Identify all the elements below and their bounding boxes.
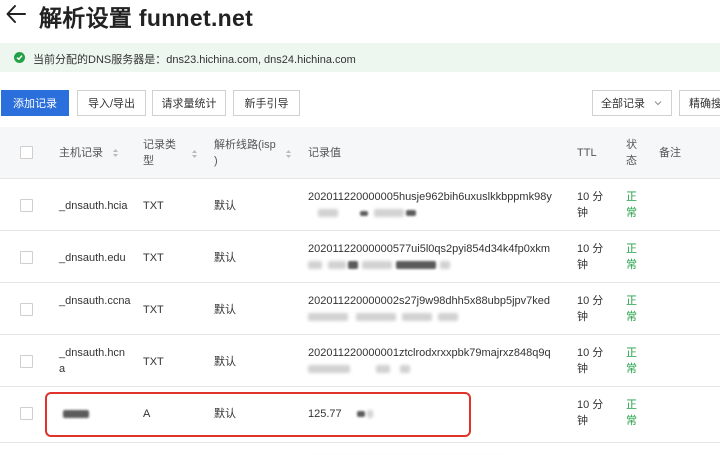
record-filter-select[interactable]: 全部记录 [592,90,672,116]
ttl-value: 10 分 [577,243,604,255]
request-stats-button[interactable]: 请求量统计 [152,90,226,116]
precise-search-select[interactable]: 精确搜 [679,90,720,116]
status-text-2: 常 [626,311,637,323]
header-remark: 备注 [659,147,681,159]
status-text-2: 常 [626,363,637,375]
value-cell: 20201122000000577ui5l0qs2pyi854d34k4fp0x… [308,241,564,273]
row-checkbox[interactable] [20,251,33,264]
table-row: _dnsauth.hcia TXT 默认 202011220000005husj… [0,179,720,231]
add-record-button[interactable]: 添加记录 [1,90,69,116]
value-text: 202011220000001ztclrodxrxxpbk79majrxz848… [308,347,551,359]
status-cell: 正 常 [626,345,638,377]
value-cell: 202011220000001ztclrodxrxxpbk79majrxz848… [308,345,564,377]
value-cell: 202011220000005husje962bih6uxuslkkbppmk9… [308,189,564,221]
record-filter-value: 全部记录 [601,98,645,110]
notice-text: 当前分配的DNS服务器是：dns23.hichina.com, dns24.hi… [33,54,356,66]
ttl-unit: 钟 [577,207,588,219]
table-row [0,443,720,455]
header-line[interactable]: 解析线路(isp ) [214,137,276,169]
sort-icon[interactable] [285,149,292,159]
ttl-unit: 钟 [577,415,588,427]
header-host[interactable]: 主机记录 [59,145,119,161]
page-title: 解析设置 funnet.net [39,5,254,31]
status-text: 正 [626,191,637,203]
line-cell: 默认 [214,252,236,264]
type-cell: TXT [143,304,164,316]
header-line-label-2: ) [214,155,218,167]
row-checkbox[interactable] [20,199,33,212]
sort-icon [113,149,119,158]
page-header: 解析设置 funnet.net [0,0,720,31]
ttl-unit: 钟 [577,311,588,323]
host-cell: _dnsauth.hcna [59,347,126,375]
header-line-label: 解析线路(isp [214,139,276,151]
back-arrow-icon[interactable] [5,3,27,25]
status-cell: 正 常 [626,293,638,325]
ttl-unit: 钟 [577,363,588,375]
ttl-value: 10 分 [577,399,604,411]
table-row: _dnsauth.hcna TXT 默认 202011220000001ztcl… [0,335,720,387]
toolbar: 添加记录 导入/导出 请求量统计 新手引导 全部记录 精确搜 [0,90,720,116]
header-value: 记录值 [308,147,341,159]
guide-button[interactable]: 新手引导 [233,90,300,116]
redacted-value [308,361,564,377]
host-cell: _dnsauth.ccna [59,295,131,307]
ttl-cell: 10 分 钟 [577,397,609,429]
status-text: 正 [626,295,637,307]
status-text-2: 常 [626,207,637,219]
highlight-box [45,392,471,437]
status-text-2: 常 [626,415,637,427]
type-cell: TXT [143,356,164,368]
host-cell: _dnsauth.hcia [59,200,128,212]
table-header: 主机记录 记录类 型 解析线路(isp ) 记录值 TTL 状 态 备注 [0,127,720,179]
value-cell: 202011220000002s27j9w98dhh5x88ubp5jpv7ke… [308,293,564,325]
sort-icon[interactable] [191,149,198,159]
redacted-value [308,309,564,325]
line-cell: 默认 [214,356,236,368]
success-check-icon [14,52,25,63]
ttl-value: 10 分 [577,347,604,359]
header-status-label-2: 态 [626,155,637,167]
value-text: 20201122000000577ui5l0qs2pyi854d34k4fp0x… [308,243,550,255]
value-text: 202011220000005husje962bih6uxuslkkbppmk9… [308,191,552,203]
type-cell: TXT [143,200,164,212]
table-row: _dnsauth.ccna TXT 默认 202011220000002s27j… [0,283,720,335]
ttl-value: 10 分 [577,191,604,203]
ttl-value: 10 分 [577,295,604,307]
select-all-checkbox[interactable] [20,146,33,159]
redacted-value [308,257,564,273]
status-text: 正 [626,399,637,411]
type-cell: TXT [143,252,164,264]
line-cell: 默认 [214,304,236,316]
line-cell: 默认 [214,200,236,212]
host-cell: _dnsauth.edu [59,252,126,264]
dns-notice: 当前分配的DNS服务器是：dns23.hichina.com, dns24.hi… [0,43,720,72]
row-checkbox[interactable] [20,355,33,368]
row-checkbox[interactable] [20,303,33,316]
chevron-down-icon [654,101,662,106]
table-row: _dnsauth.edu TXT 默认 20201122000000577ui5… [0,231,720,283]
ttl-cell: 10 分 钟 [577,241,609,273]
header-status: 状 态 [626,137,637,169]
status-cell: 正 常 [626,241,638,273]
header-ttl: TTL [577,147,597,159]
status-text-2: 常 [626,259,637,271]
ttl-cell: 10 分 钟 [577,189,609,221]
value-text: 202011220000002s27j9w98dhh5x88ubp5jpv7ke… [308,295,551,307]
header-host-label: 主机记录 [59,147,103,159]
ttl-cell: 10 分 钟 [577,293,609,325]
ttl-cell: 10 分 钟 [577,345,609,377]
header-type-label-2: 型 [143,155,154,167]
status-cell: 正 常 [626,189,638,221]
redacted-value [308,205,564,221]
status-text: 正 [626,347,637,359]
status-cell: 正 常 [626,397,638,429]
row-checkbox[interactable] [20,407,33,420]
import-export-button[interactable]: 导入/导出 [77,90,146,116]
header-status-label: 状 [626,139,637,151]
status-text: 正 [626,243,637,255]
ttl-unit: 钟 [577,259,588,271]
header-type[interactable]: 记录类 型 [143,137,176,169]
header-type-label: 记录类 [143,139,176,151]
